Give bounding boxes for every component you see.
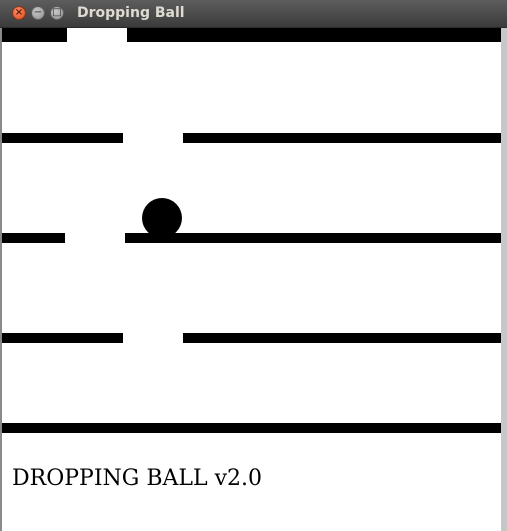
platform-row-2-left [2,133,123,143]
platform-row-4-right [183,333,501,343]
platform-row-3-right [125,233,501,243]
platform-row-1-left [2,28,67,42]
game-canvas[interactable]: DROPPING BALL v2.0 [2,28,501,531]
platform-row-3-left [2,233,65,243]
window-edge [501,28,507,531]
close-icon[interactable]: × [12,6,26,20]
minimize-icon[interactable]: − [31,6,45,20]
window-title: Dropping Ball [77,5,185,21]
ball [142,198,182,238]
app-window: × − □ Dropping Ball DROPPING BALL v2.0 [0,0,507,531]
title-bar[interactable]: × − □ Dropping Ball [0,0,507,28]
platform-row-1-right [127,28,501,42]
platform-row-4-left [2,333,123,343]
floor-bar [2,423,501,433]
platform-row-2-right [183,133,501,143]
maximize-icon[interactable]: □ [50,6,64,20]
game-title: DROPPING BALL v2.0 [12,466,263,491]
